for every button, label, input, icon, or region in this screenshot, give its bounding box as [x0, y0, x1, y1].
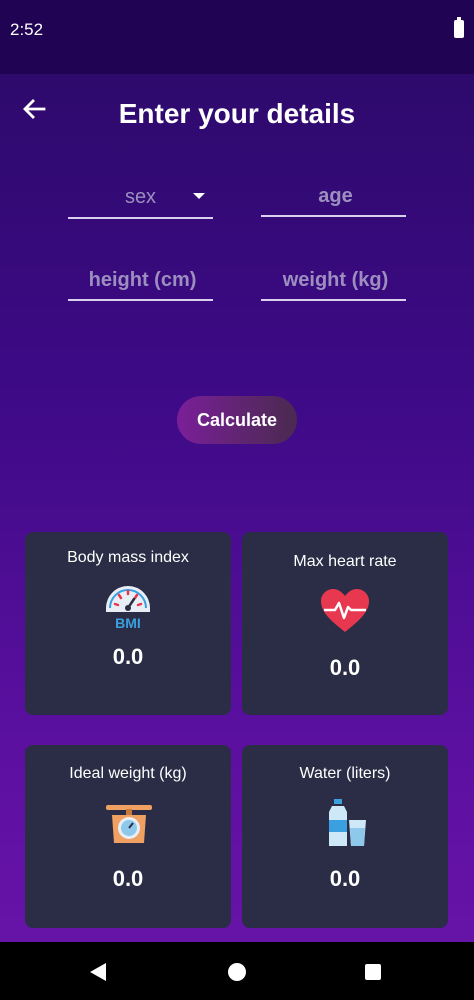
scale-icon [106, 805, 152, 843]
sex-select-value: sex [124, 185, 157, 208]
heart-rate-value: 0.0 [329, 655, 361, 680]
nav-recent-apps-icon[interactable] [365, 964, 381, 980]
ideal-weight-value: 0.0 [112, 866, 144, 891]
age-field[interactable] [261, 175, 410, 217]
water-bottle-icon [329, 799, 366, 846]
chevron-down-icon [193, 193, 205, 199]
ideal-weight-card-title: Ideal weight (kg) [69, 765, 187, 782]
status-bar: 2:52 [0, 0, 474, 74]
weight-input[interactable] [261, 259, 410, 301]
bmi-gauge-icon: BMI [106, 586, 150, 630]
weight-field[interactable] [261, 259, 410, 301]
heart-rate-card-title: Max heart rate [293, 553, 397, 570]
heart-rate-icon [321, 589, 369, 632]
ideal-weight-card: Ideal weight (kg) 0.0 [25, 745, 231, 928]
sex-select[interactable]: sex [68, 177, 213, 219]
status-time: 2:52 [10, 20, 44, 39]
bmi-card-title: Body mass index [67, 549, 189, 566]
height-field[interactable] [68, 259, 217, 301]
water-value: 0.0 [329, 866, 361, 891]
water-card: Water (liters) 0.0 [242, 745, 448, 928]
battery-icon [454, 17, 464, 38]
height-input[interactable] [68, 259, 217, 301]
nav-back-icon[interactable] [90, 963, 106, 981]
water-card-title: Water (liters) [299, 765, 391, 782]
bmi-icon-label: BMI [115, 615, 141, 630]
system-nav-bar [0, 942, 474, 1000]
page-title: Enter your details [118, 98, 356, 129]
bmi-card: Body mass index BMI 0.0 [25, 532, 231, 715]
age-input[interactable] [261, 175, 410, 217]
bmi-value: 0.0 [112, 644, 144, 669]
nav-home-icon[interactable] [228, 963, 246, 981]
heart-rate-card: Max heart rate 0.0 [242, 532, 448, 715]
calculate-button[interactable]: Calculate [177, 396, 297, 444]
